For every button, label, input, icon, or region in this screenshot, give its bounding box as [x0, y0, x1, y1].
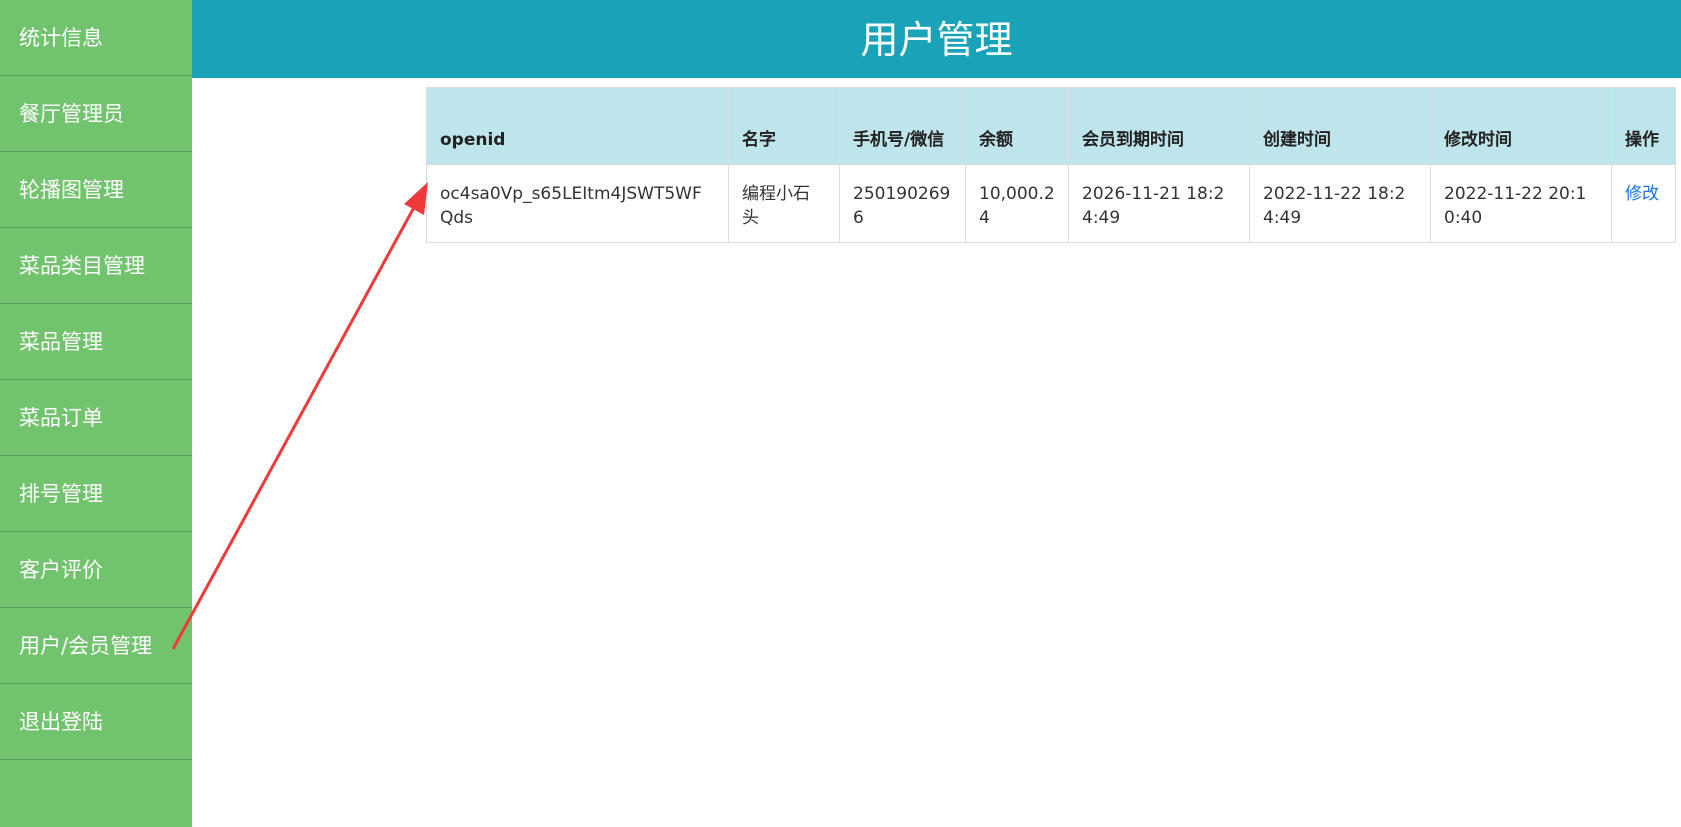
user-table-container: openid 名字 手机号/微信 余额 会员到期时间 创建时间 修改时间 操作 …	[426, 87, 1676, 243]
column-header-action: 操作	[1611, 87, 1676, 165]
sidebar-item-reviews[interactable]: 客户评价	[0, 532, 192, 608]
user-table: openid 名字 手机号/微信 余额 会员到期时间 创建时间 修改时间 操作 …	[426, 87, 1676, 243]
edit-link[interactable]: 修改	[1625, 184, 1659, 204]
sidebar-item-queue[interactable]: 排号管理	[0, 456, 192, 532]
sidebar-item-dish-orders[interactable]: 菜品订单	[0, 380, 192, 456]
cell-created: 2022-11-22 18:24:49	[1249, 164, 1431, 243]
sidebar-nav: 统计信息 餐厅管理员 轮播图管理 菜品类目管理 菜品管理 菜品订单 排号管理 客…	[0, 0, 192, 827]
column-header-openid: openid	[426, 87, 729, 165]
cell-phone: 2501902696	[839, 164, 966, 243]
column-header-member-expire: 会员到期时间	[1068, 87, 1250, 165]
page-title: 用户管理	[860, 18, 1013, 62]
cell-balance: 10,000.24	[965, 164, 1069, 243]
cell-action: 修改	[1611, 164, 1676, 243]
column-header-name: 名字	[728, 87, 840, 165]
annotation-arrow-head	[404, 182, 428, 215]
column-header-created: 创建时间	[1249, 87, 1431, 165]
cell-member-expire: 2026-11-21 18:24:49	[1068, 164, 1250, 243]
sidebar-item-users-members[interactable]: 用户/会员管理	[0, 608, 192, 684]
cell-modified: 2022-11-22 20:10:40	[1430, 164, 1612, 243]
sidebar-item-logout[interactable]: 退出登陆	[0, 684, 192, 760]
cell-name: 编程小石头	[728, 164, 840, 243]
sidebar-item-carousel[interactable]: 轮播图管理	[0, 152, 192, 228]
annotation-arrow-line	[171, 199, 420, 650]
sidebar-item-dish-categories[interactable]: 菜品类目管理	[0, 228, 192, 304]
table-row: oc4sa0Vp_s65LEItm4JSWT5WFQds 编程小石头 25019…	[426, 164, 1676, 243]
column-header-phone: 手机号/微信	[839, 87, 966, 165]
cell-openid: oc4sa0Vp_s65LEItm4JSWT5WFQds	[426, 164, 729, 243]
sidebar-item-restaurant-admins[interactable]: 餐厅管理员	[0, 76, 192, 152]
column-header-modified: 修改时间	[1430, 87, 1612, 165]
column-header-balance: 余额	[965, 87, 1069, 165]
sidebar-item-statistics[interactable]: 统计信息	[0, 0, 192, 76]
table-header-row: openid 名字 手机号/微信 余额 会员到期时间 创建时间 修改时间 操作	[426, 87, 1676, 165]
page-header: 用户管理	[192, 0, 1681, 78]
sidebar-item-dishes[interactable]: 菜品管理	[0, 304, 192, 380]
